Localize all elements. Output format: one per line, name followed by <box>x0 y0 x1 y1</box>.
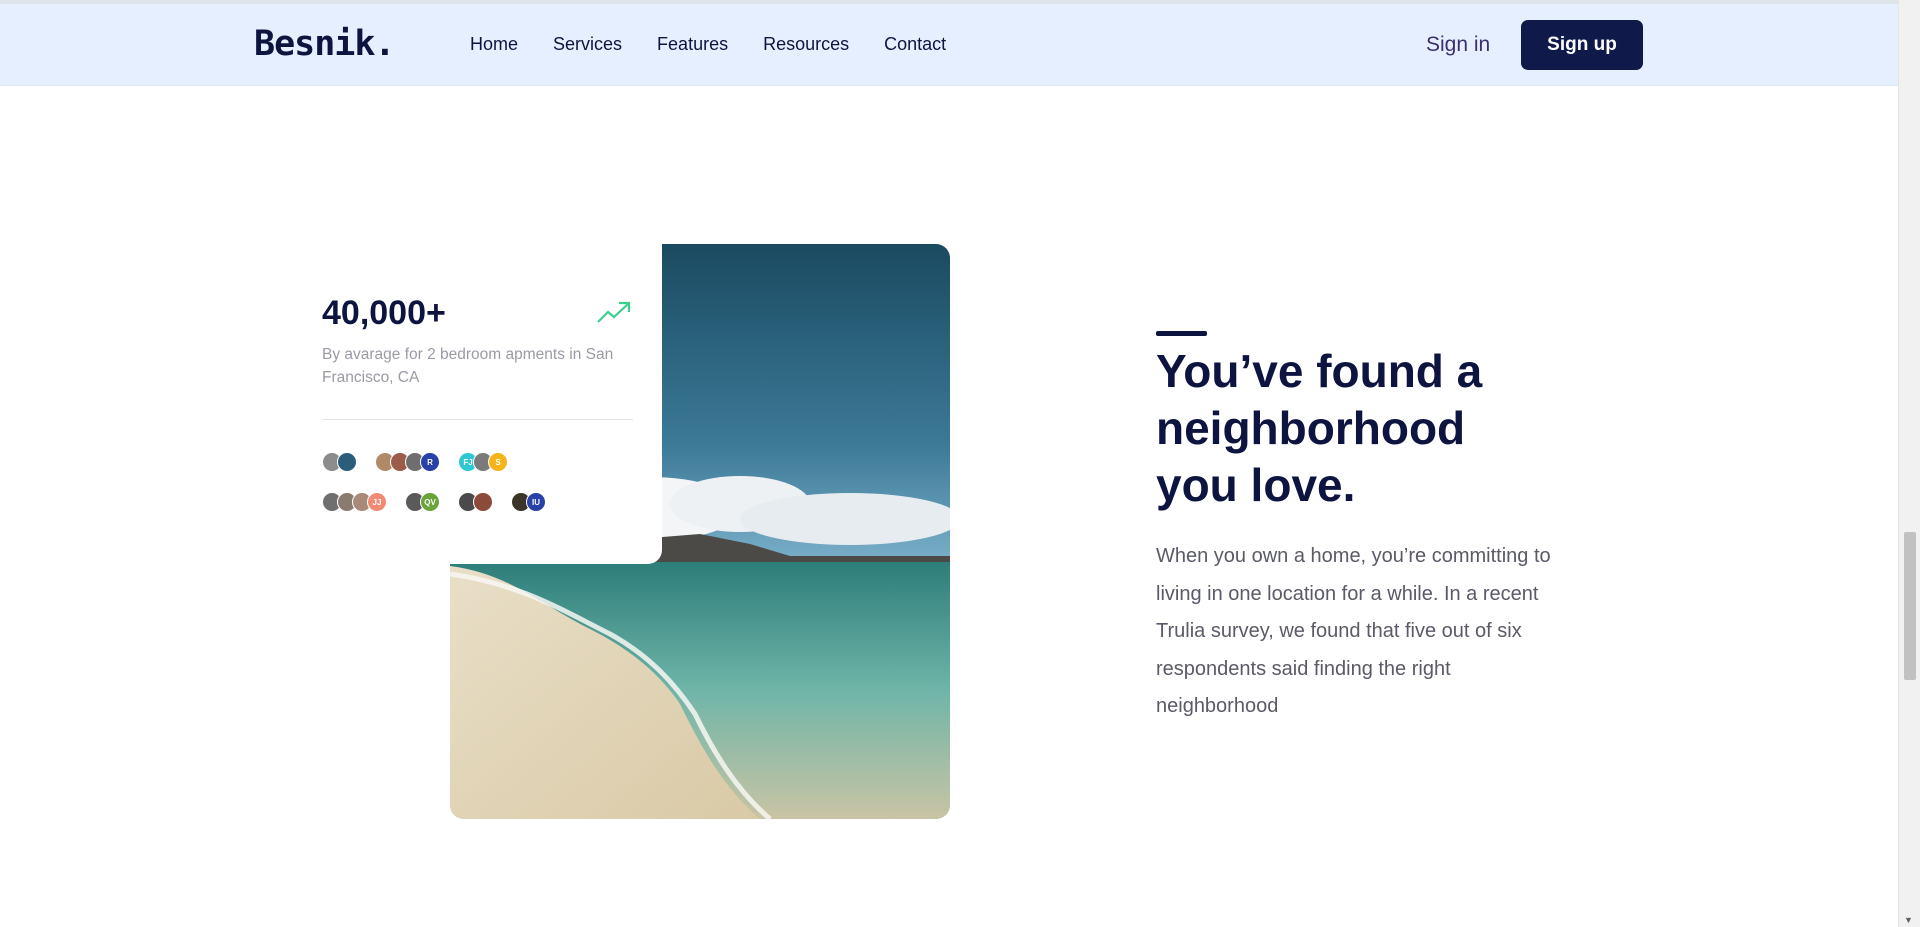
avatar[interactable]: QV <box>420 492 440 512</box>
avatar-group: R <box>375 452 440 472</box>
avatar-group: FJ S <box>458 452 508 472</box>
divider <box>322 419 633 420</box>
page-scrollbar[interactable]: ▼ <box>1898 0 1920 927</box>
avatar-group <box>322 452 357 472</box>
avatar[interactable] <box>473 492 493 512</box>
avatar[interactable] <box>337 452 357 472</box>
trending-up-icon <box>597 301 631 323</box>
avatar[interactable]: IU <box>526 492 546 512</box>
brand-logo[interactable]: Besnik. <box>254 24 396 64</box>
nav-link-services[interactable]: Services <box>553 34 622 55</box>
stat-number: 40,000+ <box>322 294 446 332</box>
section-body: When you own a home, you’re committing t… <box>1156 545 1551 717</box>
avatar-row: JJ QV IU <box>322 492 564 512</box>
stat-caption: By avarage for 2 bedroom apments in San … <box>322 346 614 386</box>
scrollbar-thumb[interactable] <box>1904 532 1916 680</box>
avatar[interactable]: S <box>488 452 508 472</box>
avatar-row: R FJ S <box>322 452 526 472</box>
avatar-group <box>458 492 493 512</box>
scroll-down-arrow-icon[interactable]: ▼ <box>1904 915 1913 925</box>
nav-link-features[interactable]: Features <box>657 34 728 55</box>
avatar-group: JJ <box>322 492 387 512</box>
stats-card: 40,000+ By avarage for 2 bedroom apments… <box>280 244 662 564</box>
sign-in-link[interactable]: Sign in <box>1426 33 1490 57</box>
accent-bar <box>1156 331 1207 336</box>
avatar[interactable]: JJ <box>367 492 387 512</box>
nav-link-contact[interactable]: Contact <box>884 34 946 55</box>
section-headline: You’ve found a neighborhood you love. <box>1156 345 1483 511</box>
avatar-group: IU <box>511 492 546 512</box>
avatar[interactable]: R <box>420 452 440 472</box>
nav-link-home[interactable]: Home <box>470 34 518 55</box>
nav-link-resources[interactable]: Resources <box>763 34 849 55</box>
nav-links: Home Services Features Resources Contact <box>470 34 946 55</box>
sign-up-button[interactable]: Sign up <box>1521 20 1643 70</box>
avatar-group: QV <box>405 492 440 512</box>
navbar: Besnik. Home Services Features Resources… <box>0 4 1898 86</box>
